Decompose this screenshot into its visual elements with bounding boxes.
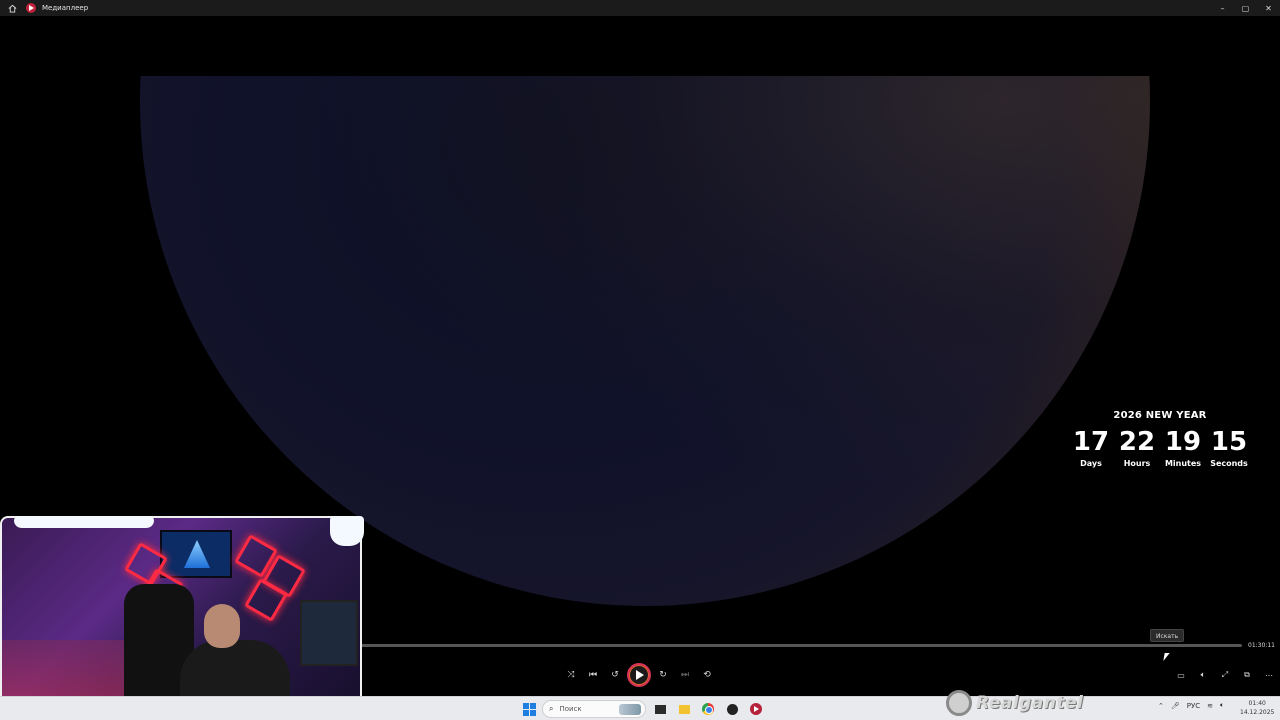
countdown-hours-label: Hours — [1123, 459, 1151, 468]
countdown-days-value: 17 — [1072, 427, 1110, 457]
shuffle-button[interactable]: ⤨ — [560, 664, 582, 686]
wifi-icon[interactable]: ≋ — [1207, 702, 1213, 710]
webcam-snow-decoration — [14, 516, 154, 528]
webcam-monitor — [300, 600, 358, 666]
minimize-icon: – — [1220, 3, 1225, 13]
start-button[interactable] — [520, 700, 538, 718]
countdown-seconds-value: 15 — [1210, 427, 1248, 457]
microphone-icon[interactable]: 🎤︎ — [1171, 702, 1180, 710]
taskbar-clock[interactable]: 01:40 14.12.2025 — [1240, 699, 1274, 717]
search-icon: ⌕ — [549, 704, 554, 713]
task-view-icon — [654, 704, 666, 714]
windows-logo-icon — [522, 709, 529, 716]
watermark-logo-icon — [946, 690, 972, 716]
windows-logo-icon — [529, 709, 536, 716]
windows-logo-icon — [522, 702, 529, 709]
countdown-days: 17 Days — [1068, 427, 1114, 468]
home-icon — [8, 4, 16, 13]
tray-overflow-icon[interactable]: ⌃ — [1158, 702, 1164, 710]
countdown-seconds-label: Seconds — [1210, 459, 1248, 468]
file-explorer-button[interactable] — [674, 700, 694, 718]
countdown-minutes: 19 Minutes — [1160, 427, 1206, 468]
game-app-button[interactable] — [722, 700, 742, 718]
more-button[interactable]: ⋯ — [1258, 664, 1280, 686]
letterbox-top — [0, 16, 1280, 76]
webcam-person-head — [204, 604, 240, 648]
mini-player-icon: ⧉ — [1244, 670, 1250, 679]
countdown-hours-value: 22 — [1118, 427, 1156, 457]
countdown-row: 17 Days 22 Hours 19 Minutes 15 Seconds — [1068, 427, 1252, 468]
windows-logo-icon — [529, 702, 536, 709]
next-button[interactable]: ⏭ — [674, 664, 696, 686]
subtitles-button[interactable]: ▭ — [1170, 664, 1192, 686]
countdown-minutes-value: 19 — [1164, 427, 1202, 457]
countdown-minutes-label: Minutes — [1164, 459, 1202, 468]
search-placeholder: Поиск — [559, 705, 582, 713]
rewind-10-icon: ↺ — [611, 670, 619, 680]
shuffle-icon: ⤨ — [567, 670, 575, 680]
countdown-days-label: Days — [1080, 459, 1102, 468]
taskbar-search[interactable]: ⌕ Поиск — [542, 700, 646, 718]
repeat-button[interactable]: ⟲ — [696, 664, 718, 686]
duration-label: 01:30:11 — [1248, 642, 1275, 649]
game-app-icon — [726, 703, 738, 715]
clock-date: 14.12.2025 — [1240, 709, 1275, 716]
rewind-button[interactable]: ↺ — [604, 664, 626, 686]
folder-icon — [678, 704, 690, 714]
speaker-icon[interactable]: 🔈︎ — [1220, 701, 1224, 710]
volume-button[interactable]: 🔈︎ — [1192, 664, 1214, 686]
subtitles-icon: ▭ — [1177, 670, 1185, 680]
seek-bar[interactable] — [360, 644, 1242, 647]
forward-30-icon: ↻ — [659, 670, 667, 680]
minimize-button[interactable]: – — [1211, 0, 1234, 16]
mini-player-button[interactable]: ⧉ — [1236, 664, 1258, 686]
webcam-tv-screen — [160, 530, 232, 578]
home-button[interactable] — [0, 0, 24, 16]
close-button[interactable]: ✕ — [1257, 0, 1280, 16]
taskbar-apps: ⌕ Поиск — [520, 700, 766, 718]
chrome-icon — [702, 703, 714, 715]
new-year-countdown: 2026 NEW YEAR 17 Days 22 Hours 19 Minute… — [1068, 410, 1252, 468]
forward-button[interactable]: ↻ — [652, 664, 674, 686]
previous-icon: ⏮ — [588, 670, 598, 680]
media-player-icon — [750, 703, 762, 715]
maximize-button[interactable]: ▢ — [1234, 0, 1257, 16]
watermark-text: Realgantel — [976, 693, 1084, 713]
repeat-icon: ⟲ — [703, 670, 711, 680]
more-icon: ⋯ — [1265, 670, 1273, 680]
window-title: Медиаплеер — [42, 4, 89, 12]
seek-tooltip: Искать — [1150, 629, 1185, 642]
media-player-logo-icon — [26, 3, 36, 13]
media-player-window: Медиаплеер – ▢ ✕ 2026 NEW YEAR 17 Days 2… — [0, 0, 1280, 720]
countdown-hours: 22 Hours — [1114, 427, 1160, 468]
mouse-cursor-icon — [1163, 653, 1170, 661]
close-icon: ✕ — [1265, 3, 1272, 13]
task-view-button[interactable] — [650, 700, 670, 718]
volume-icon: 🔈︎ — [1200, 670, 1206, 679]
clock-time: 01:40 — [1248, 700, 1266, 707]
countdown-title: 2026 NEW YEAR — [1113, 410, 1207, 421]
fullscreen-button[interactable]: ⤢ — [1214, 664, 1236, 686]
play-button[interactable] — [627, 663, 651, 687]
fullscreen-icon: ⤢ — [1221, 670, 1229, 679]
countdown-seconds: 15 Seconds — [1206, 427, 1252, 468]
system-tray: ⌃ 🎤︎ РУС ≋ 🔈︎ — [1158, 701, 1224, 710]
playback-controls: ⤨ ⏮ ↺ ↻ ⏭ ⟲ — [560, 662, 718, 688]
channel-watermark: Realgantel — [946, 690, 1083, 716]
next-icon: ⏭ — [680, 670, 690, 680]
secondary-controls: ▭ 🔈︎ ⤢ ⧉ ⋯ — [1170, 664, 1280, 686]
language-indicator[interactable]: РУС — [1187, 702, 1200, 710]
chrome-button[interactable] — [698, 700, 718, 718]
window-controls: – ▢ ✕ — [1211, 0, 1280, 16]
media-player-taskbar-button[interactable] — [746, 700, 766, 718]
maximize-icon: ▢ — [1241, 3, 1250, 13]
windows-taskbar: ⌕ Поиск ⌃ 🎤︎ РУС ≋ 🔈︎ 01:40 14.12.2025 — [0, 696, 1280, 720]
webcam-snow-decoration — [330, 516, 364, 546]
previous-button[interactable]: ⏮ — [582, 664, 604, 686]
title-bar: Медиаплеер – ▢ ✕ — [0, 0, 1280, 16]
search-highlight-image — [619, 704, 641, 715]
